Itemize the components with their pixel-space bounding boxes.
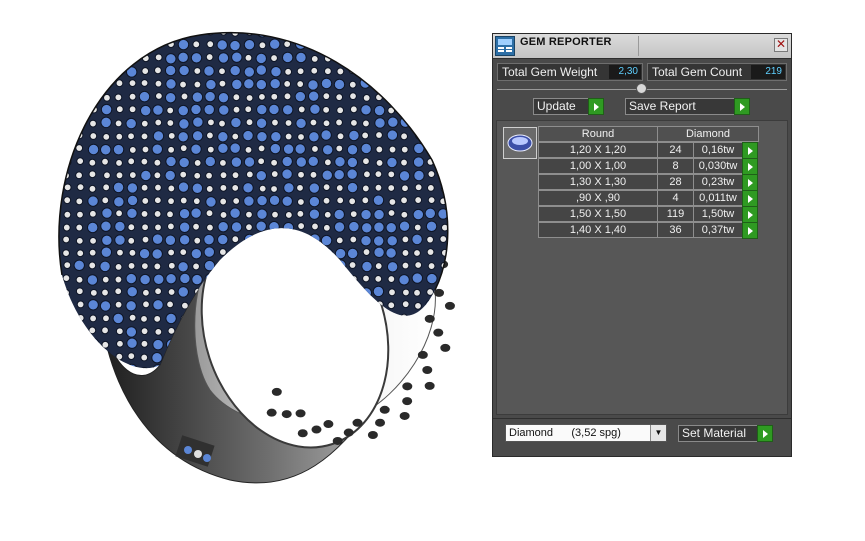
row-select-icon[interactable]	[742, 190, 758, 207]
row-select-icon[interactable]	[742, 222, 758, 239]
gem-weight-cell: 0,23tw	[693, 174, 743, 190]
total-gem-weight-value: 2,30	[609, 65, 641, 79]
gem-size-cell: 1,50 X 1,50	[538, 206, 658, 222]
set-material-button-label: Set Material	[682, 426, 747, 440]
close-icon[interactable]: ✕	[774, 38, 788, 52]
gem-size-cell: 1,20 X 1,20	[538, 142, 658, 158]
chevron-down-icon: ▼	[650, 425, 666, 441]
gem-weight-cell: 0,37tw	[693, 222, 743, 238]
row-select-icon[interactable]	[742, 158, 758, 175]
save-report-button-label: Save Report	[629, 99, 696, 113]
gem-count-cell: 36	[657, 222, 694, 238]
play-arrow-icon	[757, 425, 773, 442]
title-bar[interactable]: GEM REPORTER ✕	[493, 34, 791, 59]
total-gem-count-value: 219	[751, 65, 785, 79]
gem-size-cell: 1,40 X 1,40	[538, 222, 658, 238]
row-select-icon[interactable]	[742, 206, 758, 223]
ring-render	[40, 10, 460, 490]
gem-weight-cell: 0,030tw	[693, 158, 743, 174]
play-arrow-icon	[734, 98, 750, 115]
play-arrow-icon	[588, 98, 604, 115]
gem-reporter-panel: GEM REPORTER ✕ Total Gem Weight 2,30 Tot…	[492, 33, 792, 457]
panel-title: GEM REPORTER	[520, 36, 612, 48]
material-select-value: Diamond (3,52 spg)	[509, 427, 621, 439]
material-select[interactable]: Diamond (3,52 spg) ▼	[505, 424, 667, 442]
gem-count-cell: 4	[657, 190, 694, 206]
gem-weight-cell: 0,011tw	[693, 190, 743, 206]
set-material-button[interactable]: Set Material	[678, 425, 773, 442]
total-gem-weight-field: Total Gem Weight 2,30	[497, 63, 643, 81]
gem-size-cell: 1,30 X 1,30	[538, 174, 658, 190]
column-header-shape: Round	[538, 126, 658, 142]
total-gem-count-label: Total Gem Count	[652, 65, 743, 79]
gem-size-cell: 1,00 X 1,00	[538, 158, 658, 174]
total-gem-weight-label: Total Gem Weight	[502, 65, 598, 79]
update-button-label: Update	[537, 99, 576, 113]
divider	[493, 418, 791, 419]
gem-reporter-icon	[495, 36, 515, 56]
gem-count-cell: 28	[657, 174, 694, 190]
title-divider	[638, 36, 639, 56]
gem-size-cell: ,90 X ,90	[538, 190, 658, 206]
row-select-icon[interactable]	[742, 142, 758, 159]
column-header-material: Diamond	[657, 126, 759, 142]
total-gem-count-field: Total Gem Count 219	[647, 63, 787, 81]
row-select-icon[interactable]	[742, 174, 758, 191]
save-report-button[interactable]: Save Report	[625, 98, 750, 115]
gem-count-cell: 119	[657, 206, 694, 222]
gem-weight-cell: 1,50tw	[693, 206, 743, 222]
gem-count-cell: 24	[657, 142, 694, 158]
gem-weight-cell: 0,16tw	[693, 142, 743, 158]
gem-count-cell: 8	[657, 158, 694, 174]
update-button[interactable]: Update	[533, 98, 604, 115]
splitter-handle[interactable]	[636, 83, 647, 94]
ring-image	[58, 31, 455, 484]
round-gem-icon[interactable]	[503, 127, 537, 159]
